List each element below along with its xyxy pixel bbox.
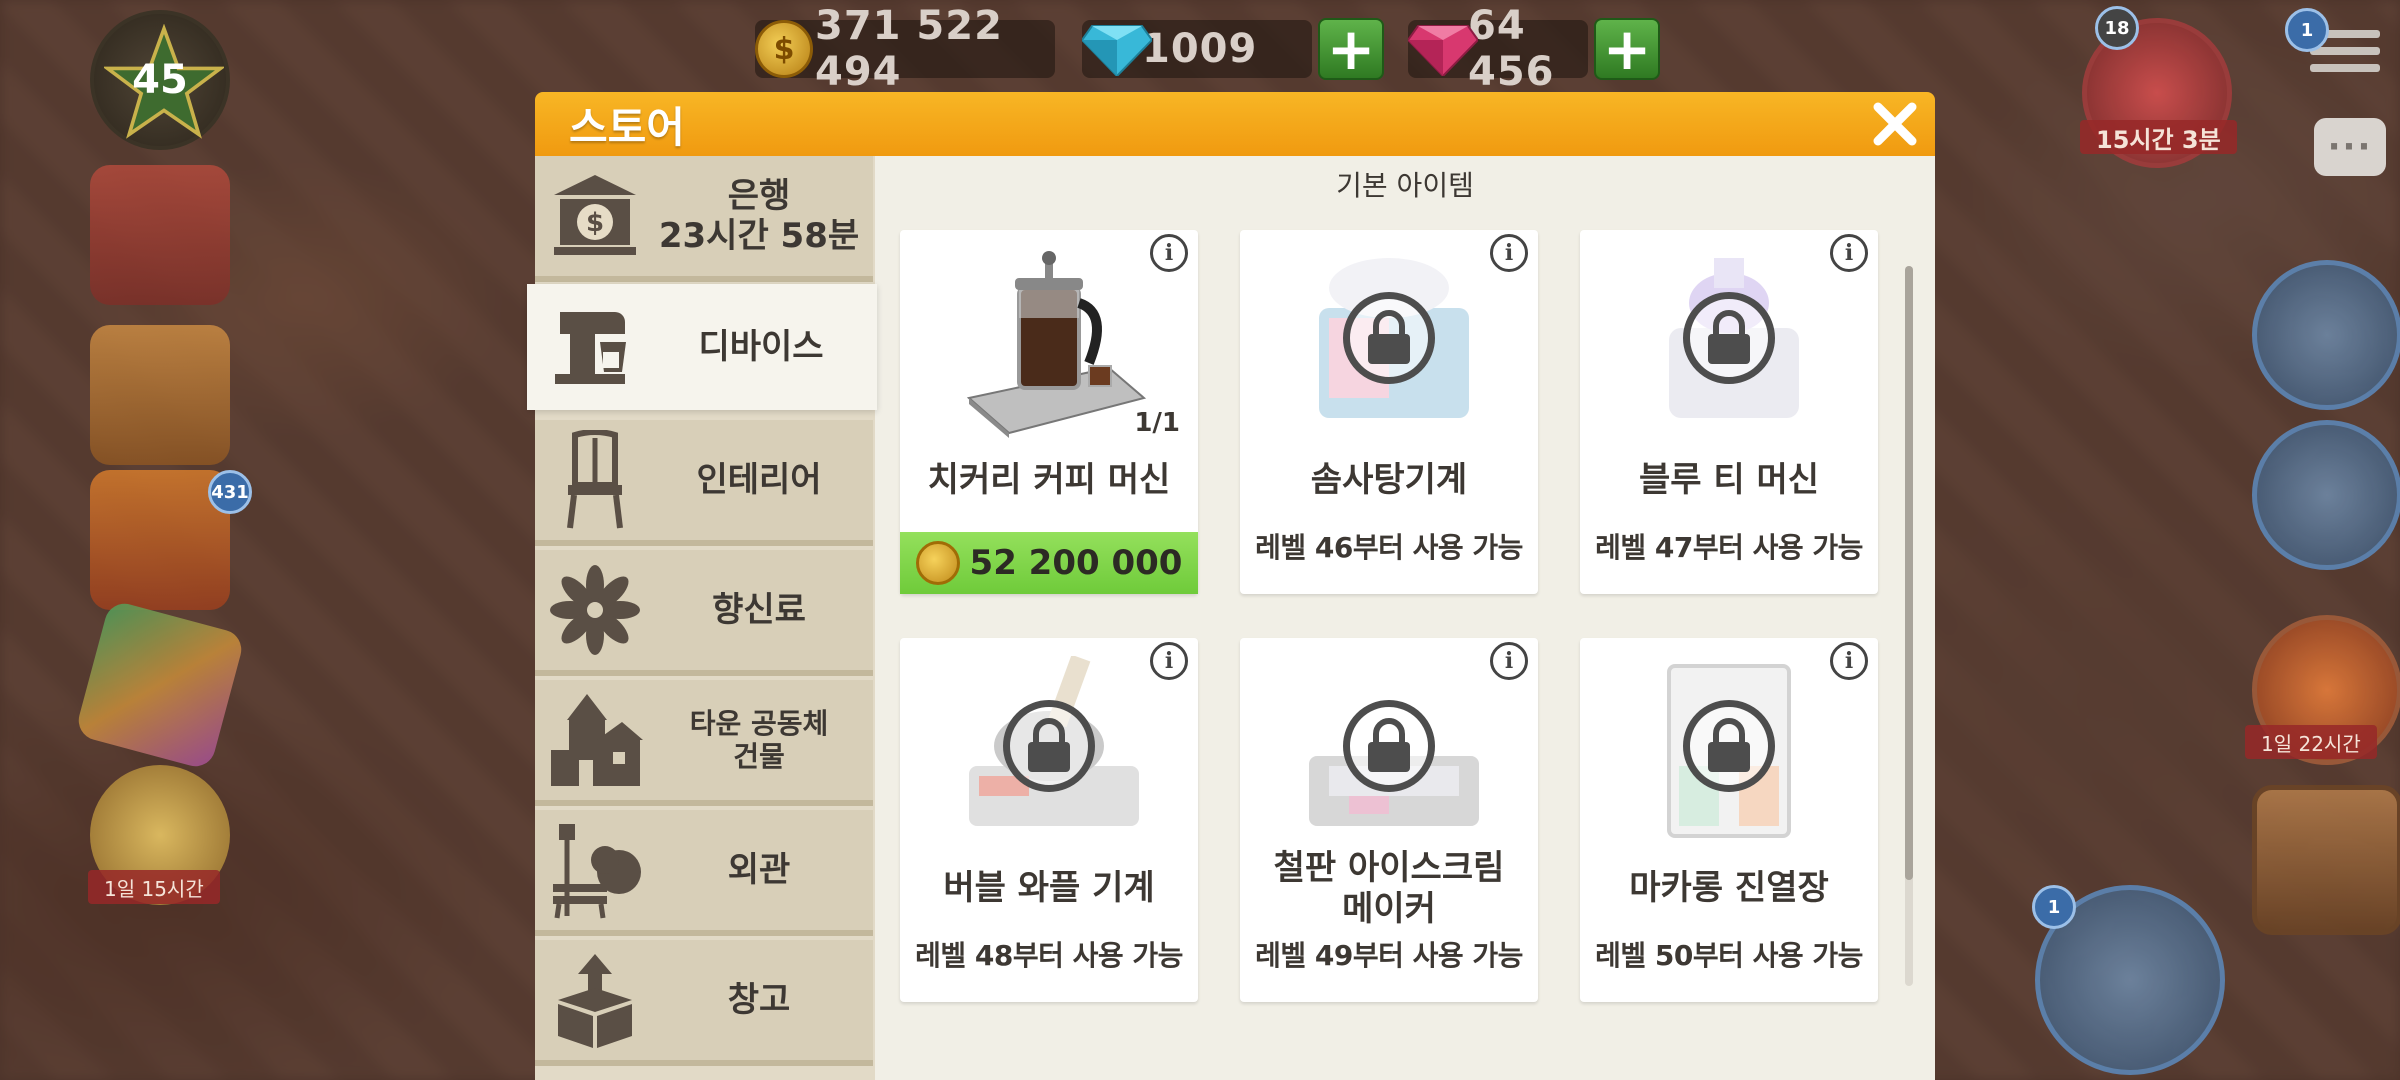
sidebar-label-exterior: 외관	[727, 849, 791, 890]
item-name: 솜사탕기계	[1310, 460, 1468, 500]
diamond-icon	[1082, 25, 1152, 76]
level-requirement: 레벨 46부터 사용 가능	[1255, 531, 1523, 564]
lock-icon	[1343, 292, 1435, 384]
sidebar-item-exterior[interactable]: 외관	[535, 810, 873, 936]
gift-count-badge: 431	[208, 470, 252, 514]
orders-icon[interactable]	[2252, 420, 2400, 570]
buy-button[interactable]: 52 200 000	[900, 532, 1198, 594]
buy-rubies-button[interactable]: +	[1594, 18, 1660, 80]
balloon-timer: 1일 22시간	[2245, 725, 2377, 759]
level-requirement: 레벨 47부터 사용 가능	[1595, 531, 1863, 564]
info-icon[interactable]: i	[1830, 234, 1868, 272]
menu-board-icon[interactable]	[2252, 785, 2400, 935]
register-badge: 1	[2032, 885, 2076, 929]
item-card-chicory-coffee-machine[interactable]: i 1/1 치커리 커피 머신 52 200 000	[900, 230, 1198, 594]
info-icon[interactable]: i	[1150, 234, 1188, 272]
store-panel: 스토어 $ 은행 23시간 58분 디바이스 인테리어 향신료 타운 공동체 건…	[527, 92, 1935, 1080]
scrollbar-thumb[interactable]	[1905, 266, 1913, 880]
item-name: 버블 와플 기계	[943, 868, 1155, 908]
bench-icon	[547, 820, 643, 920]
level-requirement: 레벨 48부터 사용 가능	[915, 939, 1183, 972]
buy-diamonds-button[interactable]: +	[1318, 18, 1384, 80]
coin-icon	[915, 541, 960, 585]
store-body: $ 은행 23시간 58분 디바이스 인테리어 향신료 타운 공동체 건물 외관…	[527, 156, 1935, 1080]
store-sidebar: $ 은행 23시간 58분 디바이스 인테리어 향신료 타운 공동체 건물 외관…	[527, 156, 877, 1080]
mixer-icon	[547, 297, 643, 397]
store-title: 스토어	[569, 102, 685, 152]
sidebar-item-interior[interactable]: 인테리어	[535, 420, 873, 546]
svg-text:$: $	[586, 208, 604, 238]
item-name: 치커리 커피 머신	[927, 460, 1171, 500]
stock-count: 1/1	[1134, 408, 1180, 438]
sidebar-item-storage[interactable]: 창고	[535, 940, 873, 1066]
level-number: 45	[132, 57, 188, 103]
sidebar-label-town-buildings: 타운 공동체 건물	[689, 706, 829, 773]
event-count-badge: 18	[2095, 6, 2139, 50]
level-requirement: 레벨 49부터 사용 가능	[1255, 939, 1523, 972]
level-badge[interactable]: 45	[90, 10, 230, 150]
sidebar-label-interior: 인테리어	[696, 459, 822, 500]
info-icon[interactable]: i	[1830, 642, 1868, 680]
info-icon[interactable]: i	[1490, 234, 1528, 272]
section-title: 기본 아이템	[1336, 169, 1474, 202]
info-icon[interactable]: i	[1150, 642, 1188, 680]
coin-counter: $ 371 522 494	[755, 3, 1055, 95]
item-name: 블루 티 머신	[1638, 460, 1820, 500]
sidebar-item-spices[interactable]: 향신료	[535, 550, 873, 676]
sidebar-label-bank: 은행 23시간 58분	[658, 175, 860, 256]
lock-icon	[1343, 700, 1435, 792]
event-timer: 15시간 3분	[2080, 120, 2237, 154]
sidebar-item-town-buildings[interactable]: 타운 공동체 건물	[535, 680, 873, 806]
ruby-counter: 64 456 +	[1408, 3, 1660, 95]
sidebar-label-storage: 창고	[727, 979, 791, 1020]
sidebar-label-devices: 디바이스	[698, 326, 824, 367]
coffee-press-icon	[966, 251, 1147, 438]
item-card-rolled-ice-cream-maker[interactable]: i 철판 아이스크림 메이커 레벨 49부터 사용 가능	[1240, 638, 1538, 1002]
sidebar-item-bank[interactable]: $ 은행 23시간 58분	[535, 156, 873, 282]
level-requirement: 레벨 50부터 사용 가능	[1595, 939, 1863, 972]
left-event-timer: 1일 15시간	[88, 870, 220, 904]
daily-gift-icon[interactable]	[2252, 260, 2400, 410]
coin-icon: $	[755, 20, 813, 78]
close-icon	[1873, 102, 1917, 146]
item-name: 마카롱 진열장	[1629, 868, 1829, 908]
close-button[interactable]	[1869, 98, 1921, 150]
info-icon[interactable]: i	[1490, 642, 1528, 680]
task-list-icon[interactable]	[90, 165, 230, 305]
star-anise-icon	[547, 560, 643, 660]
chat-icon[interactable]: ···	[2314, 118, 2386, 176]
item-card-blue-tea-machine[interactable]: i 블루 티 머신 레벨 47부터 사용 가능	[1580, 230, 1878, 594]
sidebar-item-devices[interactable]: 디바이스	[527, 284, 877, 410]
ruby-icon	[1408, 25, 1478, 76]
item-name: 철판 아이스크림 메이커	[1273, 848, 1505, 929]
box-icon	[547, 950, 643, 1050]
item-card-cotton-candy-machine[interactable]: i 솜사탕기계 레벨 46부터 사용 가능	[1240, 230, 1538, 594]
lock-icon	[1683, 700, 1775, 792]
item-card-bubble-waffle-machine[interactable]: i 버블 와플 기계 레벨 48부터 사용 가능	[900, 638, 1198, 1002]
store-header: 스토어	[535, 92, 1935, 156]
sidebar-label-spices: 향신료	[712, 589, 806, 630]
bank-icon: $	[547, 166, 643, 266]
diamond-counter: 1009 +	[1082, 18, 1384, 80]
town-building-icon	[547, 690, 643, 790]
chair-icon	[547, 430, 643, 530]
price-label: 52 200 000	[969, 543, 1183, 583]
lock-icon	[1683, 292, 1775, 384]
spice-box-icon[interactable]	[90, 325, 230, 465]
menu-badge: 1	[2285, 8, 2329, 52]
item-card-macaron-display[interactable]: i 마카롱 진열장 레벨 50부터 사용 가능	[1580, 638, 1878, 1002]
lock-icon	[1003, 700, 1095, 792]
